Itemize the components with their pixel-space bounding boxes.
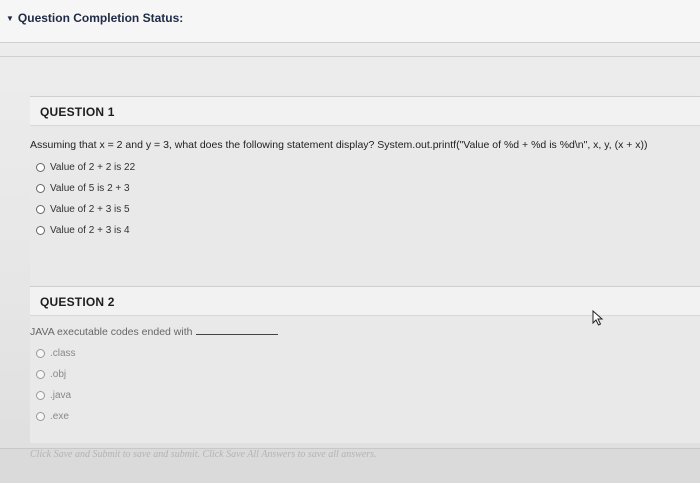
answer-options: .class .obj .java .exe <box>36 343 76 427</box>
status-title-label: Question Completion Status: <box>17 11 184 25</box>
fill-in-blank <box>196 325 279 335</box>
radio-button[interactable] <box>36 205 45 214</box>
question-text-label: JAVA executable codes ended with <box>30 326 193 338</box>
option-2[interactable]: .obj <box>36 364 76 385</box>
radio-button[interactable] <box>36 412 45 421</box>
radio-button[interactable] <box>36 391 45 400</box>
option-label: Value of 2 + 3 is 5 <box>50 204 130 215</box>
option-label: .class <box>50 348 76 359</box>
option-4[interactable]: Value of 2 + 3 is 4 <box>36 220 135 241</box>
question-number: QUESTION 1 <box>40 105 115 119</box>
question-number: QUESTION 2 <box>40 295 115 309</box>
page: ▼ Question Completion Status: QUESTION 1… <box>0 0 700 483</box>
radio-button[interactable] <box>36 370 45 379</box>
option-label: .obj <box>50 369 67 380</box>
answer-options: Value of 2 + 2 is 22 Value of 5 is 2 + 3… <box>36 157 135 241</box>
option-3[interactable]: .java <box>36 385 76 406</box>
question-completion-status-bar[interactable]: ▼ Question Completion Status: <box>0 0 700 43</box>
option-4[interactable]: .exe <box>36 406 76 427</box>
divider <box>0 56 700 57</box>
question-1: QUESTION 1 Assuming that x = 2 and y = 3… <box>30 96 700 285</box>
footer-instructions: Click Save and Submit to save and submit… <box>30 449 377 460</box>
question-text: Assuming that x = 2 and y = 3, what does… <box>30 139 648 151</box>
radio-button[interactable] <box>36 349 45 358</box>
option-2[interactable]: Value of 5 is 2 + 3 <box>36 178 135 199</box>
mouse-cursor-icon <box>592 310 604 326</box>
radio-button[interactable] <box>36 226 45 235</box>
radio-button[interactable] <box>36 163 45 172</box>
option-label: Value of 5 is 2 + 3 <box>50 183 130 194</box>
footer: Click Save and Submit to save and submit… <box>0 448 700 483</box>
option-label: .exe <box>50 411 69 422</box>
chevron-down-icon[interactable]: ▼ <box>6 14 14 23</box>
radio-button[interactable] <box>36 184 45 193</box>
option-1[interactable]: Value of 2 + 2 is 22 <box>36 157 135 178</box>
question-text: JAVA executable codes ended with <box>30 325 279 338</box>
question-header: QUESTION 1 <box>30 97 700 126</box>
option-label: Value of 2 + 3 is 4 <box>50 225 130 236</box>
status-title[interactable]: ▼ Question Completion Status: <box>6 11 183 25</box>
option-label: .java <box>50 390 72 401</box>
option-1[interactable]: .class <box>36 343 76 364</box>
option-3[interactable]: Value of 2 + 3 is 5 <box>36 199 135 220</box>
option-label: Value of 2 + 2 is 22 <box>50 162 136 173</box>
